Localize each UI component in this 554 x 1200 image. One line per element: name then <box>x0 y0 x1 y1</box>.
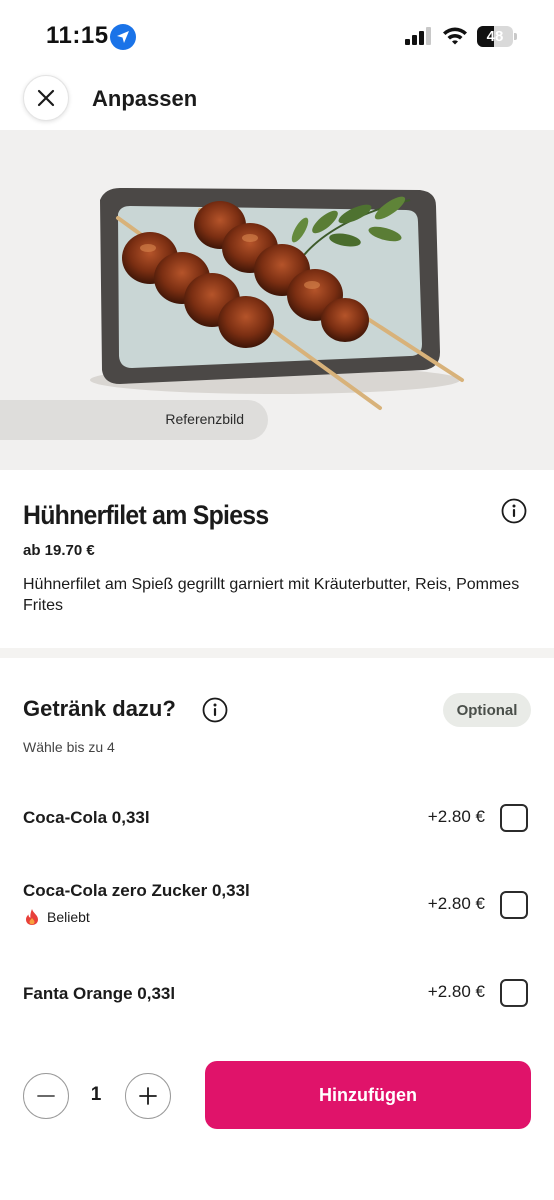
cellular-signal-icon <box>405 27 433 50</box>
option-name: Coca-Cola zero Zucker 0,33l <box>23 881 250 900</box>
optional-badge: Optional <box>443 693 531 727</box>
option-checkbox[interactable] <box>500 891 528 919</box>
popular-tag: Beliebt <box>24 908 90 926</box>
reference-image-badge: Referenzbild <box>0 400 268 440</box>
close-button[interactable] <box>23 75 69 121</box>
options-subtitle: Wähle bis zu 4 <box>23 739 115 755</box>
options-info-button[interactable] <box>202 697 228 723</box>
close-icon <box>37 89 55 107</box>
increase-quantity-button[interactable] <box>125 1073 171 1119</box>
scroll-fade <box>0 1005 554 1045</box>
option-row-coca-cola[interactable]: Coca-Cola 0,33l +2.80 € <box>0 790 554 850</box>
flame-icon <box>26 909 38 925</box>
product-name: Hühnerfilet am Spiess <box>23 500 269 530</box>
page-title: Anpassen <box>92 86 198 111</box>
option-price: +2.80 € <box>427 807 485 826</box>
location-arrow-icon <box>110 24 136 50</box>
minus-icon <box>37 1095 55 1097</box>
section-divider <box>0 648 554 658</box>
product-description: Hühnerfilet am Spieß gegrillt garniert m… <box>23 576 520 614</box>
product-info: Hühnerfilet am Spiess ab 19.70 € Hühnerf… <box>0 470 554 648</box>
reference-image-label: Referenzbild <box>165 411 244 427</box>
info-icon <box>202 697 228 723</box>
info-icon <box>501 498 527 524</box>
status-bar: 11:15 48 <box>0 0 554 70</box>
option-price: +2.80 € <box>427 982 485 1001</box>
option-name: Coca-Cola 0,33l <box>23 808 150 827</box>
wifi-icon <box>442 26 468 51</box>
option-name: Fanta Orange 0,33l <box>23 984 176 1003</box>
plus-icon <box>139 1087 157 1105</box>
bottom-action-bar: 1 Hinzufügen <box>0 1040 554 1200</box>
product-price: ab 19.70 € <box>23 542 95 559</box>
product-info-button[interactable] <box>501 498 527 524</box>
status-time: 11:15 <box>46 22 109 49</box>
product-image: Referenzbild <box>0 130 554 470</box>
option-price: +2.80 € <box>427 894 485 913</box>
battery-icon: 48 <box>477 26 517 47</box>
option-checkbox[interactable] <box>500 979 528 1007</box>
battery-percent: 48 <box>486 28 504 45</box>
add-to-cart-button[interactable]: Hinzufügen <box>205 1061 531 1129</box>
quantity-value: 1 <box>90 1084 102 1105</box>
option-checkbox[interactable] <box>500 804 528 832</box>
popular-label: Beliebt <box>47 909 90 925</box>
decrease-quantity-button[interactable] <box>23 1073 69 1119</box>
options-title: Getränk dazu? <box>23 696 176 721</box>
option-row-coca-cola-zero[interactable]: Coca-Cola zero Zucker 0,33l Beliebt +2.8… <box>0 870 554 940</box>
